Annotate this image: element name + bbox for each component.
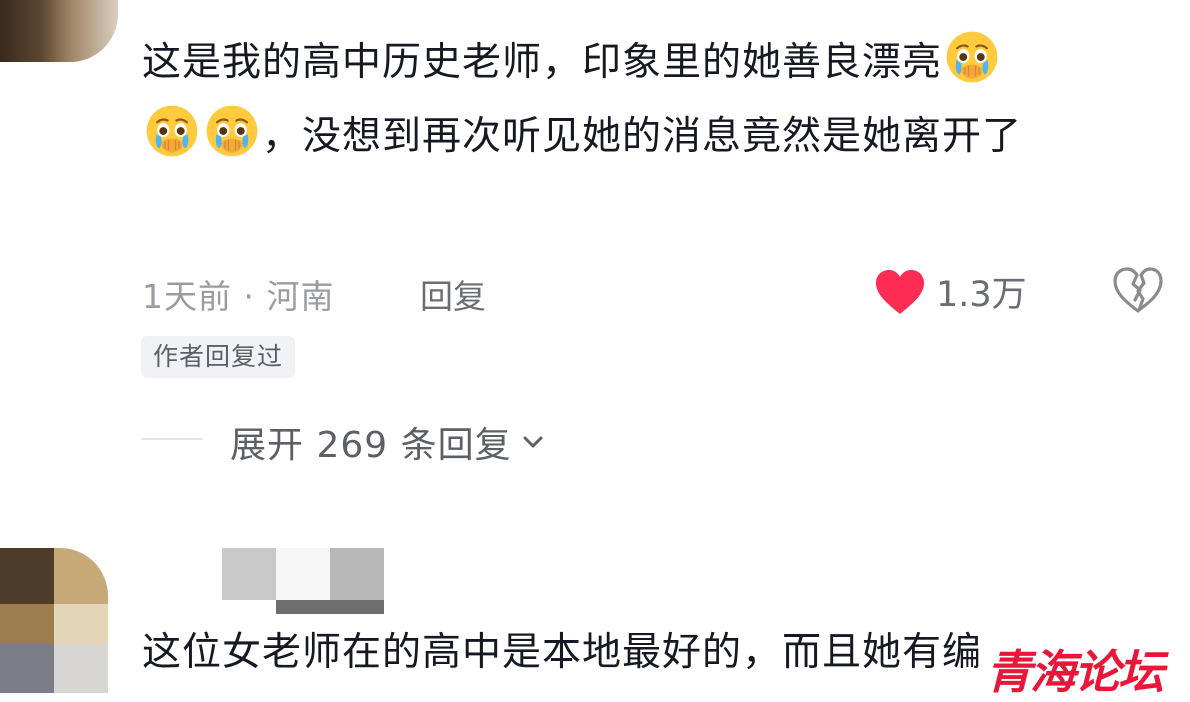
chevron-down-icon (523, 436, 543, 448)
commenter-avatar[interactable] (0, 548, 108, 693)
author-replied-badge: 作者回复过 (141, 336, 296, 378)
expand-replies-button[interactable]: 展开 269 条回复 (230, 416, 544, 468)
crying-emoji-icon (946, 31, 998, 83)
comment-time: 1天前 (142, 277, 232, 316)
commenter-avatar[interactable] (0, 0, 118, 62)
crying-emoji-icon (206, 105, 258, 157)
username-mosaic (222, 548, 384, 614)
comment-text: 这是我的高中历史老师，印象里的她善良漂亮 ，没想到再次听见她的消息竟然是她离开了 (142, 26, 1152, 174)
comment-text-part1: 这是我的高中历史老师，印象里的她善良漂亮 (142, 40, 943, 85)
comment-text-part2: ，没想到再次听见她的消息竟然是她离开了 (262, 114, 1023, 159)
divider (141, 438, 203, 440)
like-count: 1.3万 (936, 275, 1027, 315)
reply-button[interactable]: 回复 (420, 270, 486, 318)
comment-location: 河南 (266, 277, 335, 316)
heart-icon (876, 269, 924, 314)
like-button[interactable]: 1.3万 (874, 266, 1027, 317)
comment-meta: 1天前 · 河南 (142, 270, 335, 318)
crying-emoji-icon (146, 105, 198, 157)
meta-separator: · (243, 277, 255, 316)
watermark-logo: 青海论坛 (985, 644, 1165, 700)
expand-replies-label: 展开 269 条回复 (230, 425, 512, 466)
broken-heart-icon[interactable] (1112, 266, 1164, 314)
